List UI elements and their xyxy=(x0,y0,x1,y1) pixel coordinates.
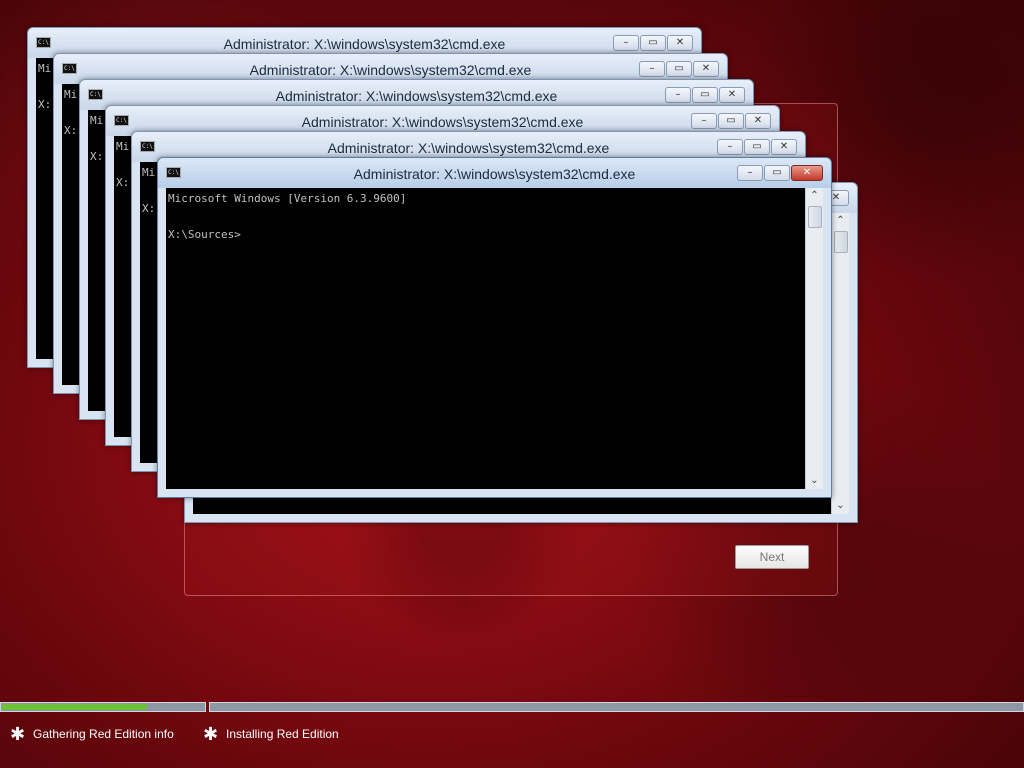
window-controls: – ▭ ✕ xyxy=(664,87,745,105)
asterisk-icon: ✱ xyxy=(203,724,219,745)
close-icon[interactable]: ✕ xyxy=(719,87,745,103)
scrollbar[interactable]: ⌃ ⌄ xyxy=(831,213,849,514)
step-label: Installing Red Edition xyxy=(226,727,339,741)
progress-step2 xyxy=(209,702,1024,712)
scroll-thumb[interactable] xyxy=(834,231,848,253)
maximize-icon[interactable]: ▭ xyxy=(640,35,666,51)
maximize-icon[interactable]: ▭ xyxy=(666,61,692,77)
window-title: Administrator: X:\windows\system32\cmd.e… xyxy=(249,62,532,78)
minimize-icon[interactable]: – xyxy=(665,87,691,103)
console-peek: Mi X: xyxy=(38,62,52,111)
asterisk-icon: ✱ xyxy=(10,724,26,745)
minimize-icon[interactable]: – xyxy=(639,61,665,77)
console-peek: Mi X: xyxy=(64,88,78,137)
maximize-icon[interactable]: ▭ xyxy=(744,139,770,155)
console-prompt[interactable]: X:\Sources> xyxy=(168,228,241,241)
scroll-up-icon[interactable]: ⌃ xyxy=(832,213,849,229)
minimize-icon[interactable]: – xyxy=(737,165,763,181)
cmd-window-active[interactable]: C:\ Administrator: X:\windows\system32\c… xyxy=(157,157,832,498)
maximize-icon[interactable]: ▭ xyxy=(764,165,790,181)
scroll-down-icon[interactable]: ⌄ xyxy=(832,498,849,514)
close-icon[interactable]: ✕ xyxy=(771,139,797,155)
setup-progress xyxy=(0,702,1024,714)
console-peek: Mi X: xyxy=(116,140,130,189)
maximize-icon[interactable]: ▭ xyxy=(692,87,718,103)
window-title: Administrator: X:\windows\system32\cmd.e… xyxy=(275,88,558,104)
window-controls: – ▭ ✕ xyxy=(716,139,797,157)
scrollbar[interactable]: ⌃ ⌄ xyxy=(805,188,823,489)
close-icon[interactable]: ✕ xyxy=(667,35,693,51)
window-title: Administrator: X:\windows\system32\cmd.e… xyxy=(223,36,506,52)
window-controls: – ▭ ✕ xyxy=(612,35,693,53)
console-peek: Mi X: xyxy=(90,114,104,163)
window-title: Administrator: X:\windows\system32\cmd.e… xyxy=(353,166,636,182)
window-controls: – ▭ ✕ xyxy=(690,113,771,131)
minimize-icon[interactable]: – xyxy=(717,139,743,155)
progress-fill xyxy=(2,704,147,710)
cmd-titlebar[interactable]: C:\ Administrator: X:\windows\system32\c… xyxy=(158,158,831,188)
progress-step1 xyxy=(0,702,206,712)
cmd-console[interactable]: Microsoft Windows [Version 6.3.9600] X:\… xyxy=(166,188,823,489)
minimize-icon[interactable]: – xyxy=(691,113,717,129)
scroll-down-icon[interactable]: ⌄ xyxy=(806,473,823,489)
step-label: Gathering Red Edition info xyxy=(33,727,174,741)
close-icon[interactable]: ✕ xyxy=(693,61,719,77)
close-icon[interactable]: ✕ xyxy=(745,113,771,129)
console-peek: Mi X: xyxy=(142,166,156,215)
minimize-icon[interactable]: – xyxy=(613,35,639,51)
window-controls: – ▭ ✕ xyxy=(638,61,719,79)
next-button[interactable]: Next xyxy=(735,545,809,569)
window-controls: – ▭ ✕ xyxy=(736,165,823,183)
window-title: Administrator: X:\windows\system32\cmd.e… xyxy=(327,140,610,156)
scroll-up-icon[interactable]: ⌃ xyxy=(806,188,823,204)
setup-status-bar: ✱ Gathering Red Edition info ✱ Installin… xyxy=(0,714,1024,768)
maximize-icon[interactable]: ▭ xyxy=(718,113,744,129)
console-line: Microsoft Windows [Version 6.3.9600] xyxy=(168,192,407,205)
close-icon[interactable]: ✕ xyxy=(791,165,823,181)
window-title: Administrator: X:\windows\system32\cmd.e… xyxy=(301,114,584,130)
scroll-thumb[interactable] xyxy=(808,206,822,228)
console-output: Microsoft Windows [Version 6.3.9600] X:\… xyxy=(168,190,406,244)
